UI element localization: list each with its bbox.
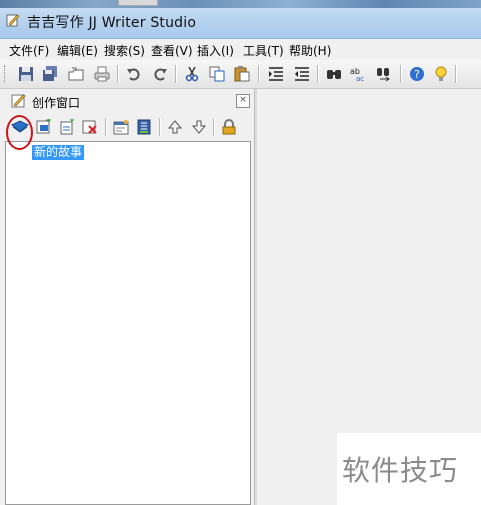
find-next-icon[interactable] [374, 64, 394, 84]
menu-file[interactable]: 文件(F) [9, 42, 49, 59]
story-tree[interactable]: 新的故事 [5, 141, 251, 505]
properties-icon[interactable] [111, 117, 131, 137]
new-section-icon[interactable] [57, 117, 77, 137]
print-icon[interactable] [92, 64, 112, 84]
help-icon[interactable]: ? [407, 64, 427, 84]
toolbar-separator [159, 118, 161, 136]
redo-icon[interactable] [150, 64, 170, 84]
menu-search[interactable]: 搜索(S) [104, 42, 145, 59]
undo-icon[interactable] [124, 64, 144, 84]
svg-text:ac: ac [356, 75, 364, 82]
copy-icon[interactable] [207, 64, 227, 84]
background-window-tab [118, 0, 158, 6]
desktop-background-strip [0, 0, 481, 8]
toolbar-separator [117, 65, 119, 83]
tree-item-new-story[interactable]: 新的故事 [32, 145, 85, 160]
replace-icon[interactable]: ab ac [349, 64, 369, 84]
cut-icon[interactable] [182, 64, 202, 84]
indent-icon[interactable] [266, 64, 286, 84]
svg-text:?: ? [414, 68, 420, 81]
menu-bar: 文件(F) 编辑(E) 搜索(S) 查看(V) 插入(I) 工具(T) 帮助(H… [0, 39, 481, 60]
menu-insert[interactable]: 插入(I) [197, 42, 234, 59]
paste-icon[interactable] [232, 64, 252, 84]
toolbar-separator [317, 65, 319, 83]
panel-close-button[interactable]: × [236, 94, 250, 108]
find-icon[interactable] [324, 64, 344, 84]
toolbar-grip[interactable] [4, 65, 8, 83]
creation-panel: 创作窗口 × 新的故事 [0, 89, 254, 505]
delete-icon[interactable] [80, 117, 100, 137]
app-icon [6, 14, 20, 27]
toolbar-separator [400, 65, 402, 83]
panel-icon [11, 94, 26, 108]
toolbar-separator [258, 65, 260, 83]
panel-toolbar [0, 113, 254, 141]
toolbar-separator [175, 65, 177, 83]
toolbar-separator [105, 118, 107, 136]
watermark-text: 软件技巧 [342, 454, 459, 487]
menu-help[interactable]: 帮助(H) [289, 42, 331, 59]
save-icon[interactable] [16, 64, 36, 84]
toolbar-separator [213, 118, 215, 136]
main-toolbar: ab ac ? [0, 60, 481, 89]
menu-tools[interactable]: 工具(T) [243, 42, 284, 59]
panel-header: 创作窗口 × [0, 89, 254, 113]
panel-title: 创作窗口 [32, 96, 81, 110]
tip-icon[interactable] [431, 64, 451, 84]
menu-view[interactable]: 查看(V) [151, 42, 193, 59]
save-all-icon[interactable] [40, 64, 60, 84]
outdent-icon[interactable] [292, 64, 312, 84]
new-chapter-icon[interactable] [34, 117, 54, 137]
open-icon[interactable] [66, 64, 86, 84]
title-bar: 吉吉写作 JJ Writer Studio [0, 0, 481, 39]
move-down-icon[interactable] [189, 117, 209, 137]
highlight-circle [6, 115, 33, 150]
notes-icon[interactable] [134, 117, 154, 137]
window-title: 吉吉写作 JJ Writer Studio [27, 15, 197, 31]
toolbar-separator [455, 65, 457, 83]
menu-edit[interactable]: 编辑(E) [57, 42, 98, 59]
lock-icon[interactable] [219, 117, 239, 137]
move-up-icon[interactable] [165, 117, 185, 137]
